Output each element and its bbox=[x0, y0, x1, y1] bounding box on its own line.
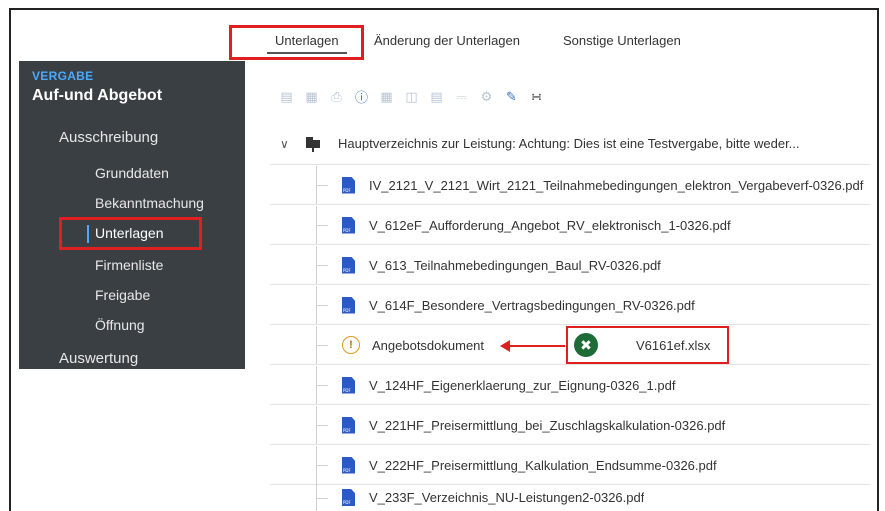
file-name: V_124HF_Eigenerklaerung_zur_Eignung-0326… bbox=[369, 377, 676, 393]
document-merge-icon[interactable]: ▦ bbox=[378, 88, 395, 105]
sidebar-item-oeffnung[interactable]: Öffnung bbox=[95, 317, 145, 333]
document-copy-icon[interactable]: ◫ bbox=[403, 88, 420, 105]
tab-aenderung-der-unterlagen[interactable]: Änderung der Unterlagen bbox=[366, 33, 528, 48]
pdf-file-icon: PDF bbox=[342, 489, 355, 506]
file-name: Angebotsdokument bbox=[372, 337, 485, 353]
file-name: V_612eF_Aufforderung_Angebot_RV_elektron… bbox=[369, 217, 731, 233]
pdf-file-icon: PDF bbox=[342, 256, 355, 274]
pdf-file-icon: PDF bbox=[342, 296, 355, 314]
row-divider bbox=[270, 164, 870, 165]
sidebar-title: Auf-und Abgebot bbox=[32, 87, 163, 104]
edit-document-icon[interactable]: ✎ bbox=[503, 88, 520, 105]
chevron-down-icon[interactable]: ∨ bbox=[280, 137, 300, 151]
tab-sonstige-unterlagen[interactable]: Sonstige Unterlagen bbox=[555, 33, 689, 48]
list-item[interactable]: PDF V_612eF_Aufforderung_Angebot_RV_elek… bbox=[310, 206, 731, 244]
document-upload-icon[interactable]: ▤ bbox=[278, 88, 295, 105]
sidebar-item-ausschreibung[interactable]: Ausschreibung bbox=[59, 129, 158, 146]
callout-arrow-head bbox=[500, 340, 510, 352]
list-item[interactable]: PDF V_124HF_Eigenerklaerung_zur_Eignung-… bbox=[310, 366, 675, 404]
print-icon[interactable]: ⎙ bbox=[328, 88, 345, 105]
tree-root-label: Hauptverzeichnis zur Leistung: Achtung: … bbox=[338, 136, 800, 151]
pdf-file-icon: PDF bbox=[342, 176, 355, 194]
warning-icon: ! bbox=[342, 336, 360, 354]
callout-arrow bbox=[507, 345, 565, 347]
file-name: V_614F_Besondere_Vertragsbedingungen_RV-… bbox=[369, 297, 695, 313]
list-item[interactable]: ! Angebotsdokument bbox=[310, 326, 484, 364]
list-item[interactable]: PDF V_221HF_Preisermittlung_bei_Zuschlag… bbox=[310, 406, 725, 444]
list-item[interactable]: PDF V_222HF_Preisermittlung_Kalkulation_… bbox=[310, 446, 717, 484]
sidebar-section-label: VERGABE bbox=[32, 69, 94, 83]
sidebar-item-freigabe[interactable]: Freigabe bbox=[95, 287, 150, 303]
list-item[interactable]: PDF V_614F_Besondere_Vertragsbedingungen… bbox=[310, 286, 695, 324]
pdf-file-icon: PDF bbox=[342, 216, 355, 234]
list-item[interactable]: PDF V_233F_Verzeichnis_NU-Leistungen2-03… bbox=[310, 484, 644, 511]
network-folder-icon bbox=[306, 136, 322, 152]
file-name: V_233F_Verzeichnis_NU-Leistungen2-0326.p… bbox=[369, 490, 645, 505]
sidebar-item-auswertung[interactable]: Auswertung bbox=[59, 350, 138, 367]
document-move-icon[interactable]: ▤ bbox=[428, 88, 445, 105]
delete-icon[interactable]: ⎓ bbox=[453, 88, 470, 105]
file-name: V_222HF_Preisermittlung_Kalkulation_Ends… bbox=[369, 457, 717, 473]
file-name: V_221HF_Preisermittlung_bei_Zuschlagskal… bbox=[369, 417, 726, 433]
info-icon[interactable]: ⓘ bbox=[353, 88, 370, 105]
tree-structure-icon[interactable]: ∺ bbox=[528, 88, 545, 105]
sidebar-item-bekanntmachung[interactable]: Bekanntmachung bbox=[95, 195, 204, 211]
settings-icon[interactable]: ⚙ bbox=[478, 88, 495, 105]
file-name: V_613_Teilnahmebedingungen_Baul_RV-0326.… bbox=[369, 257, 661, 273]
tree-root[interactable]: ∨ Hauptverzeichnis zur Leistung: Achtung… bbox=[280, 136, 800, 152]
list-item[interactable]: PDF IV_2121_V_2121_Wirt_2121_Teilnahmebe… bbox=[310, 166, 863, 204]
sidebar-item-firmenliste[interactable]: Firmenliste bbox=[95, 257, 163, 273]
xlsx-file-name: V6161ef.xlsx bbox=[636, 337, 711, 353]
excel-icon: ✖ bbox=[574, 333, 598, 357]
pdf-file-icon: PDF bbox=[342, 376, 355, 394]
sidebar: VERGABE Auf-und Abgebot Ausschreibung Gr… bbox=[19, 61, 245, 369]
pdf-file-icon: PDF bbox=[342, 416, 355, 434]
pdf-file-icon: PDF bbox=[342, 456, 355, 474]
document-toolbar: ▤ ▦ ⎙ ⓘ ▦ ◫ ▤ ⎓ ⚙ ✎ ∺ bbox=[278, 88, 545, 106]
file-name: IV_2121_V_2121_Wirt_2121_Teilnahmebeding… bbox=[369, 177, 864, 193]
list-item[interactable]: PDF V_613_Teilnahmebedingungen_Baul_RV-0… bbox=[310, 246, 661, 284]
tab-unterlagen[interactable]: Unterlagen bbox=[267, 33, 347, 54]
sidebar-item-grunddaten[interactable]: Grunddaten bbox=[95, 165, 169, 181]
xlsx-callout: ✖ V6161ef.xlsx bbox=[566, 326, 729, 364]
sidebar-highlight-box bbox=[59, 217, 202, 250]
document-add-icon[interactable]: ▦ bbox=[303, 88, 320, 105]
